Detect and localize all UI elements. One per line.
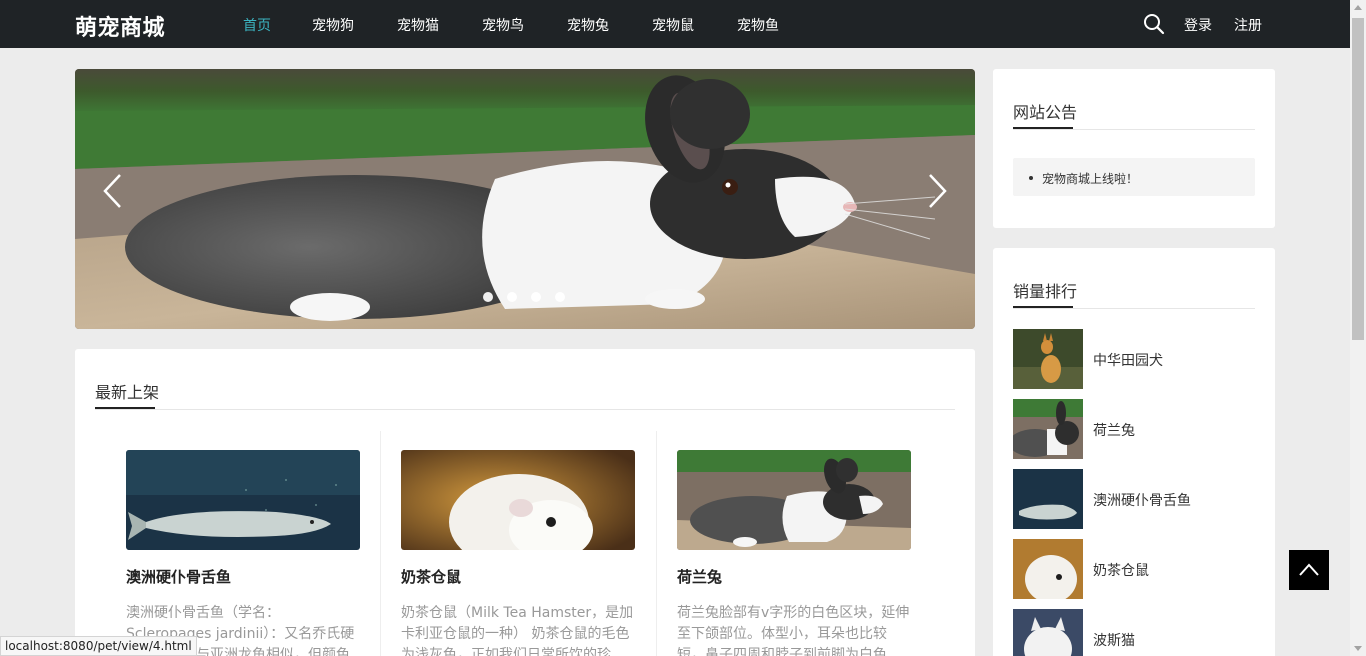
ranking-item[interactable]: 波斯猫: [1013, 609, 1253, 656]
ranking-item-name[interactable]: 波斯猫: [1093, 630, 1135, 650]
section-divider: [95, 409, 955, 410]
product-image-fish[interactable]: [126, 450, 360, 550]
register-link[interactable]: 注册: [1234, 15, 1262, 35]
ranking-thumb-dog[interactable]: [1013, 329, 1083, 389]
card-divider: [380, 431, 381, 656]
brand-logo[interactable]: 萌宠商城: [75, 10, 165, 42]
product-image-hamster[interactable]: [401, 450, 635, 550]
nav-item-home[interactable]: 首页: [243, 15, 271, 35]
nav-item-birds[interactable]: 宠物鸟: [482, 15, 524, 35]
section-title: 最新上架: [95, 383, 160, 402]
banner-carousel[interactable]: [75, 69, 975, 329]
banner-image-rabbit: [75, 69, 975, 329]
ranking-thumb-hamster[interactable]: [1013, 539, 1083, 599]
scroll-down-arrow[interactable]: [1354, 646, 1362, 651]
bullet-icon: [1029, 176, 1033, 180]
carousel-dot-4[interactable]: [555, 292, 565, 302]
section-title-underline: [1013, 306, 1073, 308]
product-card[interactable]: 澳洲硬仆骨舌鱼 澳洲硬仆骨舌鱼（学名：Scleropages jardinii）…: [126, 450, 360, 656]
ranking-item-name[interactable]: 澳洲硬仆骨舌鱼: [1093, 490, 1191, 510]
nav-item-fish[interactable]: 宠物鱼: [737, 15, 779, 35]
login-link[interactable]: 登录: [1184, 15, 1212, 35]
nav-item-rabbits[interactable]: 宠物兔: [567, 15, 609, 35]
ranking-thumb-cat[interactable]: [1013, 609, 1083, 656]
top-navbar: 萌宠商城 首页 宠物狗 宠物猫 宠物鸟 宠物兔 宠物鼠 宠物鱼 登录 注册: [0, 0, 1350, 48]
section-divider: [1013, 129, 1255, 130]
chevron-left-icon: [103, 174, 121, 208]
product-description: 奶茶仓鼠（Milk Tea Hamster，是加卡利亚仓鼠的一种） 奶茶仓鼠的毛…: [401, 605, 634, 656]
latest-products-panel: 最新上架 澳洲硬仆骨舌鱼 澳洲硬仆骨舌鱼（学名：Scleropages jard…: [75, 349, 975, 656]
arrow-up-icon: [1299, 563, 1319, 576]
product-name[interactable]: 澳洲硬仆骨舌鱼: [126, 566, 360, 587]
ranking-item[interactable]: 荷兰兔: [1013, 399, 1253, 459]
nav-item-mice[interactable]: 宠物鼠: [652, 15, 694, 35]
scroll-up-arrow[interactable]: [1354, 5, 1362, 10]
section-title-underline: [1013, 127, 1073, 129]
ranking-item-name[interactable]: 奶茶仓鼠: [1093, 560, 1149, 580]
carousel-prev-button[interactable]: [93, 169, 133, 213]
sales-ranking-panel: 销量排行 中华田园犬 荷兰兔 澳洲硬仆骨舌鱼 奶茶仓鼠 波斯猫: [993, 248, 1275, 656]
product-name[interactable]: 奶茶仓鼠: [401, 566, 635, 587]
notice-list: 宠物商城上线啦！: [1013, 158, 1255, 196]
product-card[interactable]: 荷兰兔 荷兰兔脸部有v字形的白色区块，延伸至下颌部位。体型小，耳朵也比较短，鼻子…: [677, 450, 911, 656]
carousel-dot-1[interactable]: [483, 292, 493, 302]
product-name[interactable]: 荷兰兔: [677, 566, 911, 587]
page-scrollbar[interactable]: [1350, 0, 1366, 656]
nav-item-cats[interactable]: 宠物猫: [397, 15, 439, 35]
ranking-item[interactable]: 奶茶仓鼠: [1013, 539, 1253, 599]
chevron-right-icon: [929, 174, 947, 208]
back-to-top-button[interactable]: [1289, 550, 1329, 590]
site-notice-panel: 网站公告 宠物商城上线啦！: [993, 69, 1275, 228]
notice-item[interactable]: 宠物商城上线啦！: [1042, 170, 1138, 187]
product-description: 荷兰兔脸部有v字形的白色区块，延伸至下颌部位。体型小，耳朵也比较短，鼻子四周和脖…: [677, 605, 910, 656]
section-title-underline: [95, 407, 155, 409]
ranking-thumb-rabbit[interactable]: [1013, 399, 1083, 459]
nav-item-dogs[interactable]: 宠物狗: [312, 15, 354, 35]
search-icon[interactable]: [1143, 13, 1165, 35]
ranking-item[interactable]: 中华田园犬: [1013, 329, 1253, 389]
carousel-next-button[interactable]: [917, 169, 957, 213]
carousel-dot-3[interactable]: [531, 292, 541, 302]
card-divider: [656, 431, 657, 656]
carousel-dot-2[interactable]: [507, 292, 517, 302]
product-image-rabbit[interactable]: [677, 450, 911, 550]
ranking-item-name[interactable]: 中华田园犬: [1093, 350, 1163, 370]
ranking-thumb-fish[interactable]: [1013, 469, 1083, 529]
section-title: 网站公告: [1013, 103, 1078, 122]
scrollbar-thumb[interactable]: [1352, 18, 1364, 340]
ranking-item[interactable]: 澳洲硬仆骨舌鱼: [1013, 469, 1253, 529]
ranking-item-name[interactable]: 荷兰兔: [1093, 420, 1135, 440]
carousel-indicators: [483, 292, 565, 302]
section-title: 销量排行: [1013, 282, 1078, 301]
browser-status-url: localhost:8080/pet/view/4.html: [0, 636, 197, 656]
section-divider: [1013, 308, 1255, 309]
product-card[interactable]: 奶茶仓鼠 奶茶仓鼠（Milk Tea Hamster，是加卡利亚仓鼠的一种） 奶…: [401, 450, 635, 656]
